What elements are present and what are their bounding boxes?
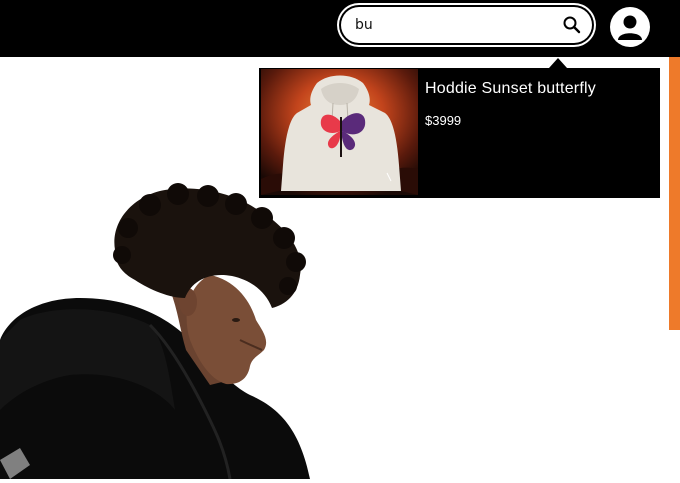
search-results-dropdown: Hoddie Sunset butterfly $3999 [259, 58, 660, 198]
search-box[interactable] [341, 7, 592, 43]
product-thumbnail [261, 69, 418, 195]
product-price: $3999 [425, 113, 462, 128]
search-input[interactable] [355, 15, 555, 35]
accent-strip [669, 57, 680, 330]
hero-model-image [0, 180, 320, 480]
search-result-item[interactable]: Hoddie Sunset butterfly $3999 [259, 68, 660, 198]
dropdown-pointer [549, 58, 567, 68]
product-name[interactable]: Hoddie Sunset butterfly [425, 80, 596, 98]
account-button[interactable] [610, 7, 650, 47]
top-navigation-bar [0, 0, 680, 57]
search-icon[interactable] [562, 15, 582, 35]
user-icon [618, 15, 642, 40]
